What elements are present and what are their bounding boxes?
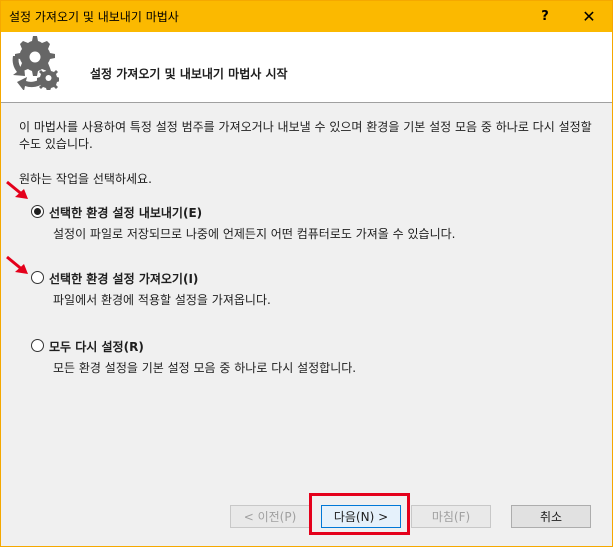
radio-reset[interactable] xyxy=(31,339,44,352)
cancel-button[interactable]: 취소 xyxy=(511,505,591,528)
option-reset-label[interactable]: 모두 다시 설정(R) xyxy=(49,338,144,355)
help-button[interactable]: ? xyxy=(523,1,567,32)
wizard-header: 설정 가져오기 및 내보내기 마법사 시작 xyxy=(1,32,612,102)
next-button-highlight xyxy=(309,493,410,535)
option-reset-description: 모든 환경 설정을 기본 설정 모음 중 하나로 다시 설정합니다. xyxy=(53,361,357,375)
option-import-label[interactable]: 선택한 환경 설정 가져오기(I) xyxy=(49,270,198,287)
option-export-description: 설정이 파일로 저장되므로 나중에 언제든지 어떤 컴퓨터로도 가져올 수 있습… xyxy=(53,227,456,241)
task-prompt: 원하는 작업을 선택하세요. xyxy=(19,172,152,186)
close-button[interactable]: ✕ xyxy=(567,1,611,32)
wizard-window: 설정 가져오기 및 내보내기 마법사 ? ✕ 설정 가져오기 및 내보내기 마법… xyxy=(0,0,613,547)
gear-arrows-icon xyxy=(12,36,59,90)
window-title: 설정 가져오기 및 내보내기 마법사 xyxy=(9,10,179,24)
option-import-description: 파일에서 환경에 적용할 설정을 가져옵니다. xyxy=(53,293,271,307)
title-bar[interactable]: 설정 가져오기 및 내보내기 마법사 ? ✕ xyxy=(1,1,612,32)
wizard-description: 이 마법사를 사용하여 특정 설정 범주를 가져오거나 내보낼 수 있으며 환경… xyxy=(19,120,592,151)
red-arrow-annotation xyxy=(6,255,28,274)
radio-export[interactable] xyxy=(31,205,44,218)
wizard-heading: 설정 가져오기 및 내보내기 마법사 시작 xyxy=(90,67,288,81)
prev-button[interactable]: < 이전(P) xyxy=(230,505,310,528)
radio-import[interactable] xyxy=(31,271,44,284)
option-export-label[interactable]: 선택한 환경 설정 내보내기(E) xyxy=(49,204,202,221)
header-divider xyxy=(1,102,612,103)
red-arrow-annotation xyxy=(6,180,28,199)
finish-button[interactable]: 마침(F) xyxy=(411,505,491,528)
